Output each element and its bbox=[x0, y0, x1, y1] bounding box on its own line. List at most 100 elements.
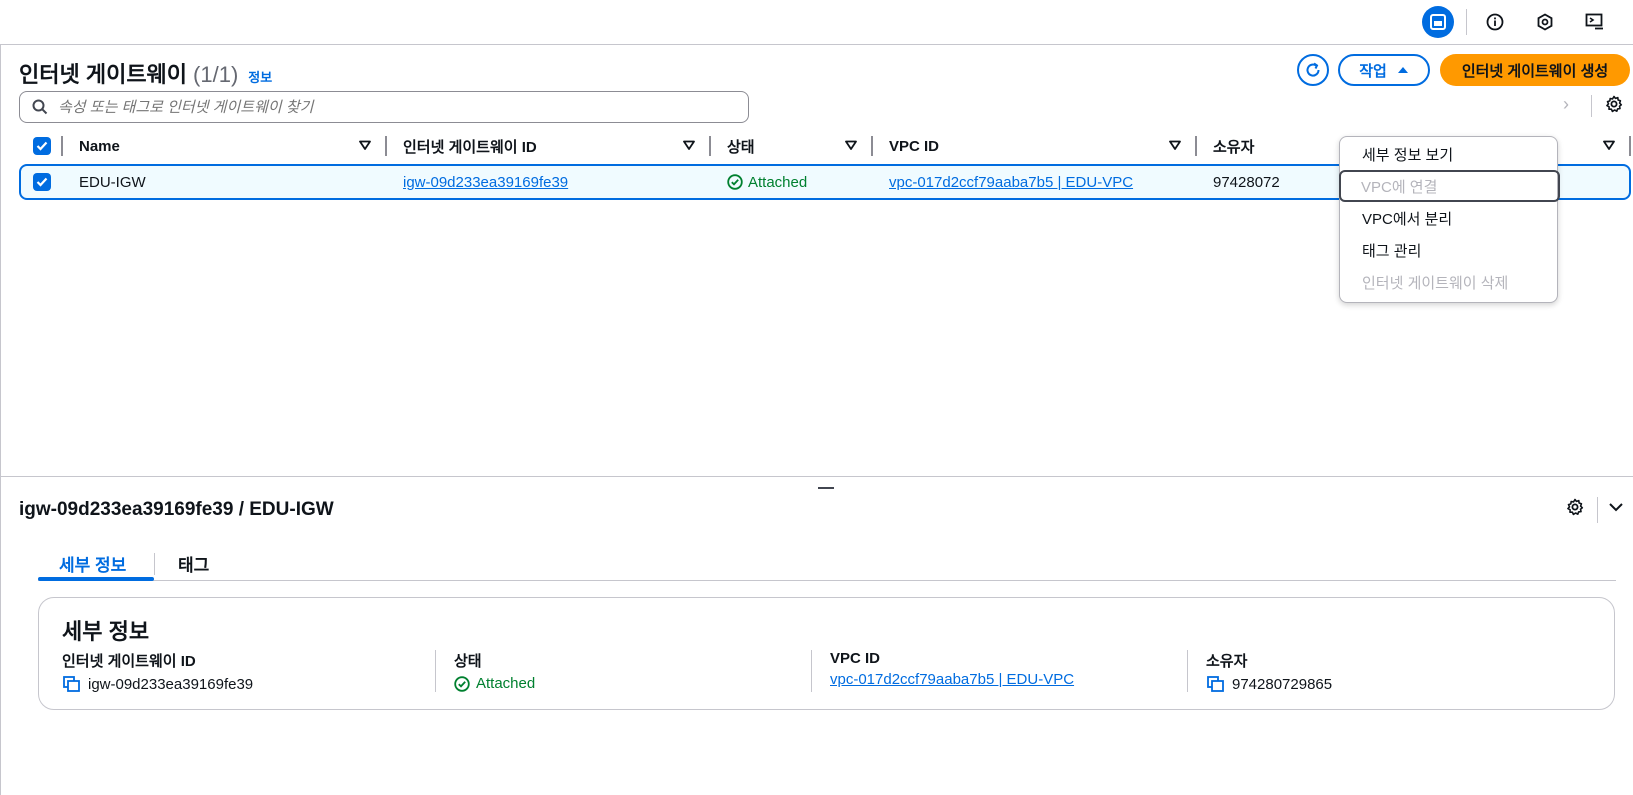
detail-tabs: 세부 정보 태그 bbox=[38, 545, 1616, 581]
field-divider bbox=[435, 650, 436, 692]
actions-menu: 세부 정보 보기 VPC에 연결 VPC에서 분리 태그 관리 인터넷 게이트웨… bbox=[1339, 136, 1560, 303]
create-internet-gateway-button[interactable]: 인터넷 게이트웨이 생성 bbox=[1440, 54, 1630, 86]
selection-count: (1/1) bbox=[193, 62, 239, 87]
sort-icon bbox=[845, 140, 857, 150]
vpc-id-link[interactable]: vpc-017d2ccf79aaba7b5 | EDU-VPC bbox=[889, 166, 1133, 198]
card-title: 세부 정보 bbox=[62, 619, 150, 644]
details-panel: igw-09d233ea39169fe39 / EDU-IGW 세부 정보 태그… bbox=[0, 477, 1633, 795]
details-panel-title: igw-09d233ea39169fe39 / EDU-IGW bbox=[19, 499, 334, 520]
next-page-icon[interactable]: › bbox=[1563, 94, 1569, 115]
divider bbox=[1591, 95, 1592, 117]
column-label: 인터넷 게이트웨이 ID bbox=[403, 138, 537, 156]
row-checkbox[interactable] bbox=[33, 166, 51, 198]
menu-item-delete-internet-gateway[interactable]: 인터넷 게이트웨이 삭제 bbox=[1340, 266, 1559, 298]
column-label: 상태 bbox=[727, 138, 755, 156]
success-icon bbox=[454, 675, 470, 692]
field-label: 소유자 bbox=[1206, 653, 1248, 670]
refresh-button[interactable] bbox=[1297, 54, 1329, 86]
column-divider bbox=[385, 136, 387, 156]
info-link[interactable]: 정보 bbox=[248, 67, 272, 86]
search-icon bbox=[32, 99, 48, 115]
field-label: 상태 bbox=[454, 653, 482, 670]
column-divider bbox=[1195, 136, 1197, 156]
field-value: vpc-017d2ccf79aaba7b5 | EDU-VPC bbox=[830, 671, 1074, 688]
tab-details[interactable]: 세부 정보 bbox=[59, 545, 126, 581]
column-label: VPC ID bbox=[889, 137, 940, 155]
check-icon bbox=[36, 141, 48, 151]
owner-value: 974280729865 bbox=[1232, 675, 1333, 693]
status-attached: Attached bbox=[454, 675, 535, 692]
column-header-name[interactable]: Name bbox=[79, 131, 120, 161]
column-divider bbox=[1629, 136, 1631, 156]
checkbox[interactable] bbox=[33, 137, 51, 155]
details-card: 세부 정보 인터넷 게이트웨이 ID igw-09d233ea39169fe39… bbox=[38, 597, 1615, 710]
igw-id-value: igw-09d233ea39169fe39 bbox=[88, 675, 254, 693]
table-preferences-button[interactable] bbox=[1605, 95, 1623, 117]
actions-button[interactable]: 작업 bbox=[1338, 54, 1430, 86]
select-all-checkbox[interactable] bbox=[33, 131, 51, 161]
status-label: Attached bbox=[748, 173, 808, 191]
page-title: 인터넷 게이트웨이 bbox=[19, 62, 188, 87]
top-utility-bar bbox=[0, 0, 1633, 45]
status-label: Attached bbox=[476, 675, 536, 692]
copy-icon[interactable] bbox=[62, 675, 82, 693]
copy-icon[interactable] bbox=[1206, 675, 1226, 693]
sort-icon bbox=[359, 140, 371, 150]
divider bbox=[1466, 9, 1467, 35]
split-panel-icon[interactable] bbox=[1422, 6, 1454, 38]
panel-header: 인터넷 게이트웨이 (1/1) 정보 bbox=[19, 57, 272, 89]
check-icon bbox=[36, 177, 48, 187]
menu-item-manage-tags[interactable]: 태그 관리 bbox=[1340, 234, 1559, 266]
info-icon[interactable] bbox=[1479, 6, 1511, 38]
column-header-igw-id[interactable]: 인터넷 게이트웨이 ID bbox=[403, 131, 537, 161]
cell-name: EDU-IGW bbox=[79, 173, 146, 191]
success-icon bbox=[727, 174, 743, 190]
tab-tags[interactable]: 태그 bbox=[178, 545, 209, 581]
active-tab-indicator bbox=[38, 577, 154, 581]
feedback-icon[interactable] bbox=[1579, 6, 1611, 38]
field-owner: 소유자 974280729865 bbox=[1206, 650, 1332, 693]
gear-icon bbox=[1567, 498, 1584, 516]
menu-item-attach-to-vpc[interactable]: VPC에 연결 bbox=[1339, 170, 1560, 202]
column-header-state[interactable]: 상태 bbox=[727, 131, 755, 161]
utility-icons bbox=[1422, 6, 1611, 38]
vpc-id-link[interactable]: vpc-017d2ccf79aaba7b5 | EDU-VPC bbox=[830, 671, 1074, 688]
sort-icon bbox=[1169, 140, 1181, 150]
column-header-vpc-id[interactable]: VPC ID bbox=[889, 131, 939, 161]
field-divider bbox=[811, 650, 812, 692]
field-vpc-id: VPC ID vpc-017d2ccf79aaba7b5 | EDU-VPC bbox=[830, 650, 1074, 688]
field-igw-id: 인터넷 게이트웨이 ID igw-09d233ea39169fe39 bbox=[62, 650, 253, 693]
search-input[interactable] bbox=[58, 98, 708, 116]
tab-divider bbox=[154, 553, 155, 575]
checkbox[interactable] bbox=[33, 173, 51, 191]
field-value: igw-09d233ea39169fe39 bbox=[62, 675, 253, 693]
divider bbox=[1597, 497, 1598, 523]
field-label: 인터넷 게이트웨이 ID bbox=[62, 653, 196, 670]
column-divider bbox=[709, 136, 711, 156]
collapse-panel-button[interactable] bbox=[1608, 499, 1624, 519]
refresh-icon bbox=[1306, 62, 1320, 77]
search-field[interactable] bbox=[19, 91, 749, 123]
internet-gateways-panel: 인터넷 게이트웨이 (1/1) 정보 작업 인터넷 게이트웨이 생성 › Nam… bbox=[0, 45, 1633, 477]
field-divider bbox=[1187, 650, 1188, 692]
menu-item-detach-from-vpc[interactable]: VPC에서 분리 bbox=[1340, 202, 1559, 234]
caret-up-icon bbox=[1397, 67, 1408, 73]
gear-icon bbox=[1606, 95, 1623, 113]
actions-label: 작업 bbox=[1359, 62, 1387, 80]
status-attached: Attached bbox=[727, 166, 807, 198]
menu-item-view-details[interactable]: 세부 정보 보기 bbox=[1340, 138, 1559, 170]
sort-icon bbox=[683, 140, 695, 150]
field-value: 974280729865 bbox=[1206, 675, 1332, 693]
cell-owner: 97428072 bbox=[1213, 173, 1280, 191]
column-label: Name bbox=[79, 137, 120, 155]
column-header-owner[interactable]: 소유자 bbox=[1213, 131, 1254, 161]
cloudshell-icon[interactable] bbox=[1529, 6, 1561, 38]
chevron-down-icon bbox=[1609, 503, 1623, 512]
sort-icon bbox=[1603, 140, 1615, 150]
field-state: 상태 Attached bbox=[454, 650, 535, 692]
column-divider bbox=[871, 136, 873, 156]
igw-id-link[interactable]: igw-09d233ea39169fe39 bbox=[403, 166, 568, 198]
column-divider bbox=[61, 136, 63, 156]
details-preferences-button[interactable] bbox=[1566, 498, 1584, 520]
field-label: VPC ID bbox=[830, 650, 881, 667]
